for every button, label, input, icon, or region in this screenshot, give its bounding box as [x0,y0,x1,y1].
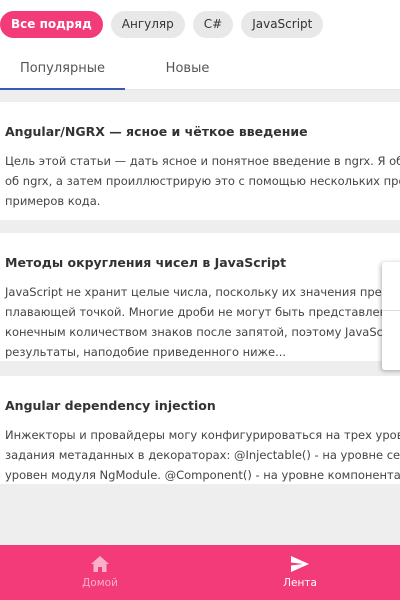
overlay-popover[interactable] [382,262,400,370]
excerpt-line: Инжекторы и провайдеры могу конфигуриров… [5,428,400,442]
home-icon [91,556,109,572]
excerpt-line: уровен модуля NgModule. @Component() - н… [5,468,400,482]
excerpt-line: конечным количеством знаков после запято… [5,325,400,339]
article-excerpt: JavaScript не хранит целые числа, поскол… [5,282,400,361]
excerpt-line: плавающей точкой. Многие дроби не могут … [5,305,400,319]
article-feed[interactable]: Angular/NGRX — ясное и чёткое введение Ц… [0,90,400,545]
category-chips: Все подряд Ангуляр C# JavaScript [0,0,400,48]
article-card[interactable]: Angular/NGRX — ясное и чёткое введение Ц… [0,102,400,220]
excerpt-line: Цель этой статьи — дать ясное и понятное… [5,154,400,168]
tab-popular[interactable]: Популярные [0,48,125,90]
chip-javascript[interactable]: JavaScript [241,10,324,38]
feed-tabs: Популярные Новые [0,48,400,90]
article-excerpt: Цель этой статьи — дать ясное и понятное… [5,151,400,211]
excerpt-line: JavaScript не хранит целые числа, поскол… [5,285,400,299]
nav-feed-label: Лента [283,577,317,589]
nav-home-label: Домой [82,577,118,589]
excerpt-line: задания метаданных в декораторах: @Injec… [5,448,400,462]
bottom-navigation: Домой Лента [0,545,400,600]
excerpt-line: примеров кода. [5,194,101,208]
article-title[interactable]: Angular dependency injection [5,376,400,413]
chip-csharp[interactable]: C# [192,10,234,38]
excerpt-line: результаты, наподобие приведенного ниже.… [5,345,287,359]
popover-divider [382,310,400,311]
article-card[interactable]: Методы округления чисел в JavaScript Jav… [0,233,400,361]
article-title[interactable]: Angular/NGRX — ясное и чёткое введение [5,102,400,139]
article-card[interactable]: Angular dependency injection Инжекторы и… [0,376,400,484]
chip-angular[interactable]: Ангуляр [110,10,185,38]
excerpt-line: об ngrx, а затем проиллюстрирую это с по… [5,174,400,188]
nav-home[interactable]: Домой [0,545,200,600]
tab-new[interactable]: Новые [125,48,250,89]
send-icon [291,556,309,572]
article-excerpt: Инжекторы и провайдеры могу конфигуриров… [5,425,400,484]
chip-all[interactable]: Все подряд [0,10,103,38]
article-title[interactable]: Методы округления чисел в JavaScript [5,233,400,270]
nav-feed[interactable]: Лента [200,545,400,600]
